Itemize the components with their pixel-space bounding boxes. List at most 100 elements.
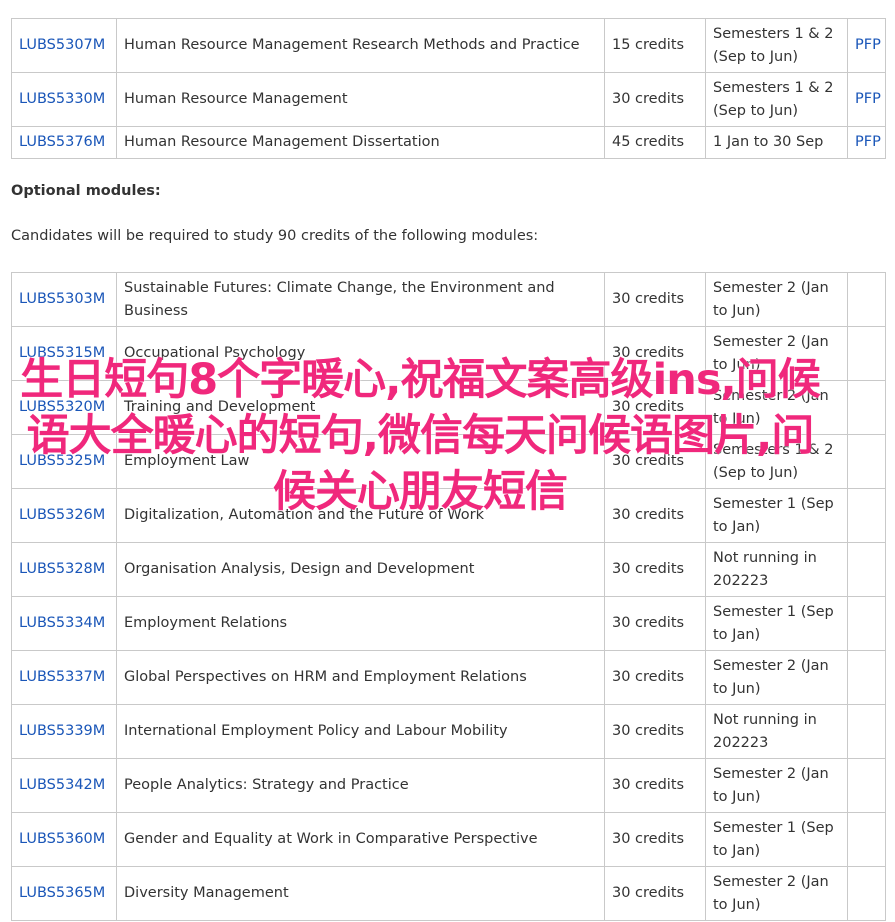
module-credits: 30 credits	[604, 272, 706, 327]
module-code-cell: LUBS5337M	[11, 650, 117, 705]
table-row: LUBS5365M Diversity Management 30 credits S…	[11, 866, 886, 921]
module-credits: 30 credits	[604, 596, 706, 651]
module-credits: 30 credits	[604, 488, 706, 543]
pfp-link[interactable]: PFP	[855, 134, 881, 150]
module-code-link[interactable]: LUBS5307M	[19, 37, 105, 53]
module-title: Sustainable Futures: Climate Change, the…	[116, 272, 605, 327]
module-semester: Semester 2 (Jan to Jun)	[705, 758, 848, 813]
module-semester: Semester 2 (Jan to Jun)	[705, 866, 848, 921]
module-code-cell: LUBS5320M	[11, 380, 117, 435]
table-row: LUBS5334M Employment Relations 30 credits S…	[11, 596, 886, 651]
table-row: LUBS5376M Human Resource Management Disse…	[11, 126, 886, 159]
module-code-cell: LUBS5307M	[11, 18, 117, 73]
module-code-link[interactable]: LUBS5326M	[19, 507, 105, 523]
module-title: Employment Relations	[116, 596, 605, 651]
module-semester: Not running in 202223	[705, 542, 848, 597]
table-row: LUBS5326M Digitalization, Automation and …	[11, 488, 886, 543]
table-row: LUBS5307M Human Resource Management Resea…	[11, 18, 886, 73]
module-code-link[interactable]: LUBS5320M	[19, 399, 105, 415]
module-credits: 30 credits	[604, 650, 706, 705]
module-code-link[interactable]: LUBS5360M	[19, 831, 105, 847]
module-credits: 45 credits	[604, 126, 706, 159]
module-code-cell: LUBS5339M	[11, 704, 117, 759]
module-link-cell	[847, 326, 886, 381]
table-row: LUBS5339M International Employment Policy…	[11, 704, 886, 759]
module-link-cell	[847, 704, 886, 759]
module-link-cell: PFP	[847, 126, 886, 159]
module-semester: Semesters 1 & 2 (Sep to Jun)	[705, 18, 848, 73]
table-row: LUBS5315M Occupational Psychology 30 credi…	[11, 326, 886, 381]
module-title: Global Perspectives on HRM and Employmen…	[116, 650, 605, 705]
table-row: LUBS5360M Gender and Equality at Work in …	[11, 812, 886, 867]
module-semester: Semester 2 (Jan to Jun)	[705, 326, 848, 381]
optional-modules-table: LUBS5303M Sustainable Futures: Climate Ch…	[11, 272, 886, 921]
module-link-cell	[847, 380, 886, 435]
module-credits: 30 credits	[604, 542, 706, 597]
module-link-cell	[847, 812, 886, 867]
module-semester: Semester 2 (Jan to Jun)	[705, 380, 848, 435]
module-code-link[interactable]: LUBS5325M	[19, 453, 105, 469]
module-link-cell	[847, 650, 886, 705]
module-title: Occupational Psychology	[116, 326, 605, 381]
module-semester: Semester 2 (Jan to Jun)	[705, 272, 848, 327]
module-title: Diversity Management	[116, 866, 605, 921]
module-credits: 30 credits	[604, 434, 706, 489]
module-credits: 30 credits	[604, 812, 706, 867]
module-link-cell	[847, 866, 886, 921]
table-row: LUBS5303M Sustainable Futures: Climate Ch…	[11, 272, 886, 327]
module-semester: Not running in 202223	[705, 704, 848, 759]
module-link-cell	[847, 272, 886, 327]
module-title: Digitalization, Automation and the Futur…	[116, 488, 605, 543]
module-credits: 30 credits	[604, 326, 706, 381]
module-title: People Analytics: Strategy and Practice	[116, 758, 605, 813]
module-credits: 30 credits	[604, 704, 706, 759]
module-code-cell: LUBS5376M	[11, 126, 117, 159]
module-semester: 1 Jan to 30 Sep	[705, 126, 848, 159]
module-title: International Employment Policy and Labo…	[116, 704, 605, 759]
pfp-link[interactable]: PFP	[855, 91, 881, 107]
pfp-link[interactable]: PFP	[855, 37, 881, 53]
module-link-cell: PFP	[847, 18, 886, 73]
module-code-link[interactable]: LUBS5339M	[19, 723, 105, 739]
module-semester: Semester 2 (Jan to Jun)	[705, 650, 848, 705]
module-code-link[interactable]: LUBS5330M	[19, 91, 105, 107]
module-credits: 30 credits	[604, 758, 706, 813]
module-title: Training and Development	[116, 380, 605, 435]
table-row: LUBS5320M Training and Development 30 cred…	[11, 380, 886, 435]
module-code-cell: LUBS5326M	[11, 488, 117, 543]
table-row: LUBS5337M Global Perspectives on HRM and …	[11, 650, 886, 705]
module-code-cell: LUBS5325M	[11, 434, 117, 489]
table-row: LUBS5330M Human Resource Management 30 cre…	[11, 72, 886, 127]
module-code-link[interactable]: LUBS5315M	[19, 345, 105, 361]
module-code-cell: LUBS5342M	[11, 758, 117, 813]
module-link-cell	[847, 542, 886, 597]
module-title: Human Resource Management	[116, 72, 605, 127]
module-credits: 30 credits	[604, 866, 706, 921]
module-code-link[interactable]: LUBS5342M	[19, 777, 105, 793]
module-link-cell: PFP	[847, 72, 886, 127]
module-code-cell: LUBS5334M	[11, 596, 117, 651]
module-title: Employment Law	[116, 434, 605, 489]
module-code-cell: LUBS5365M	[11, 866, 117, 921]
optional-modules-heading: Optional modules:	[11, 183, 161, 199]
module-code-cell: LUBS5328M	[11, 542, 117, 597]
module-credits: 15 credits	[604, 18, 706, 73]
module-code-link[interactable]: LUBS5337M	[19, 669, 105, 685]
module-code-link[interactable]: LUBS5303M	[19, 291, 105, 307]
module-code-link[interactable]: LUBS5334M	[19, 615, 105, 631]
module-semester: Semester 1 (Sep to Jan)	[705, 812, 848, 867]
module-link-cell	[847, 488, 886, 543]
module-title: Human Resource Management Dissertation	[116, 126, 605, 159]
optional-modules-intro: Candidates will be required to study 90 …	[11, 228, 539, 244]
module-link-cell	[847, 758, 886, 813]
table-row: LUBS5325M Employment Law 30 credits Semeste…	[11, 434, 886, 489]
module-credits: 30 credits	[604, 380, 706, 435]
module-code-cell: LUBS5315M	[11, 326, 117, 381]
module-code-link[interactable]: LUBS5365M	[19, 885, 105, 901]
module-credits: 30 credits	[604, 72, 706, 127]
table-row: LUBS5342M People Analytics: Strategy and …	[11, 758, 886, 813]
module-code-link[interactable]: LUBS5376M	[19, 134, 105, 150]
table-row: LUBS5328M Organisation Analysis, Design a…	[11, 542, 886, 597]
module-title: Human Resource Management Research Metho…	[116, 18, 605, 73]
module-code-link[interactable]: LUBS5328M	[19, 561, 105, 577]
